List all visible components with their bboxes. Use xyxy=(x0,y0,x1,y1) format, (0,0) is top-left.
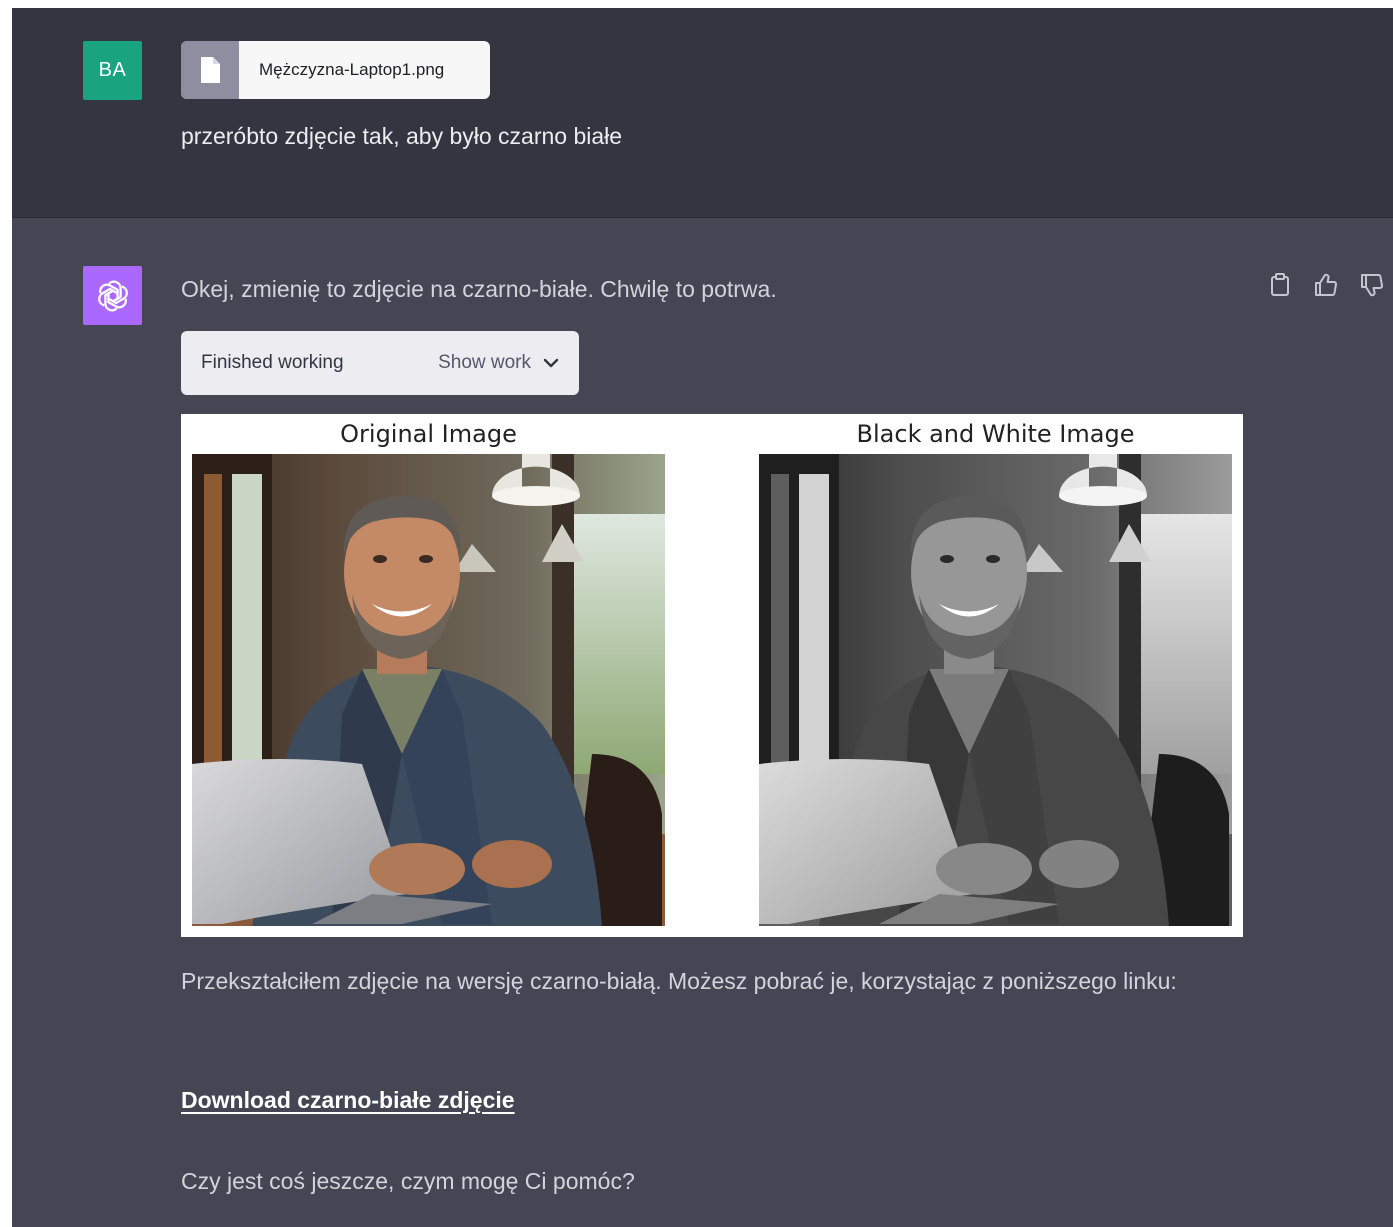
openai-logo-icon xyxy=(83,266,142,325)
download-link[interactable]: Download czarno-białe zdjęcie xyxy=(181,1087,515,1114)
closing-text: Czy jest coś jeszcze, czym mogę Ci pomóc… xyxy=(181,1168,635,1194)
result-text: Przekształciłem zdjęcie na wersję czarno… xyxy=(181,968,1177,994)
assistant-message: Okej, zmienię to zdjęcie na czarno-białe… xyxy=(12,218,1393,1227)
bw-image-title: Black and White Image xyxy=(856,420,1135,448)
user-message-text: przeróbto zdjęcie tak, aby było czarno b… xyxy=(181,123,623,149)
user-message: BA Mężczyzna-Laptop1.png przeróbto zdjęc… xyxy=(12,8,1393,217)
message-actions xyxy=(1267,272,1393,298)
output-image[interactable]: Original Image Black and White Image xyxy=(181,414,1243,937)
show-work-label: Show work xyxy=(438,352,531,373)
attachment-chip[interactable]: Mężczyzna-Laptop1.png xyxy=(181,41,490,99)
chevron-down-icon xyxy=(543,358,559,368)
show-work-button[interactable]: Show work xyxy=(438,352,559,374)
original-image-title: Original Image xyxy=(340,420,517,448)
bw-photo xyxy=(759,454,1232,926)
work-status-text: Finished working xyxy=(201,352,344,373)
code-execution-status: Finished working Show work xyxy=(181,331,579,395)
copy-icon[interactable] xyxy=(1267,272,1293,298)
original-photo xyxy=(192,454,665,926)
assistant-intro-text: Okej, zmienię to zdjęcie na czarno-białe… xyxy=(181,276,777,302)
file-icon xyxy=(181,41,239,99)
user-avatar: BA xyxy=(83,41,142,100)
thumbs-up-icon[interactable] xyxy=(1313,272,1339,298)
attachment-filename: Mężczyzna-Laptop1.png xyxy=(259,60,445,79)
chat-window: BA Mężczyzna-Laptop1.png przeróbto zdjęc… xyxy=(12,8,1393,1227)
thumbs-down-icon[interactable] xyxy=(1359,272,1385,298)
